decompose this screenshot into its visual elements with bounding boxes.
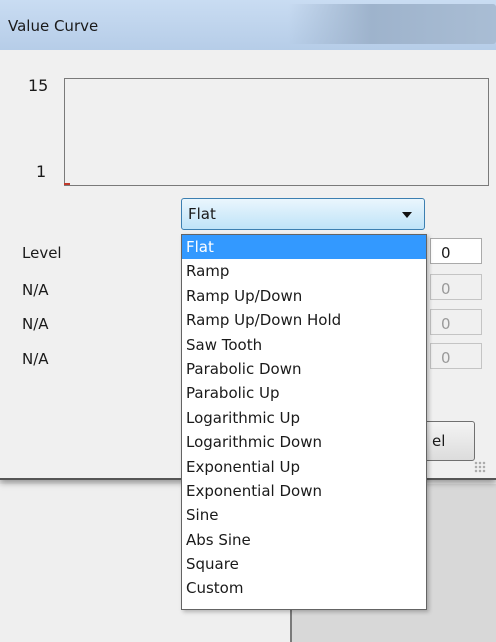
param4-label: N/A [22,350,49,368]
curve-type-dropdown-list: Flat Ramp Ramp Up/Down Ramp Up/Down Hold Saw… [181,234,427,610]
dialog-title: Value Curve [8,17,99,35]
param3-input[interactable]: 0 [430,309,482,335]
dropdown-option[interactable]: Logarithmic Down [182,430,426,454]
param3-label: N/A [22,315,49,333]
dropdown-option[interactable]: Custom [182,576,426,600]
curve-type-value: Flat [188,205,216,223]
dropdown-option[interactable]: Flat [182,235,426,260]
level-input[interactable]: 0 [430,238,482,264]
param2-input[interactable]: 0 [430,274,482,300]
dropdown-option[interactable]: Parabolic Down [182,357,426,381]
curve-preview-chart [64,78,489,186]
dropdown-option[interactable]: Logarithmic Up [182,406,426,430]
dropdown-option[interactable]: Exponential Down [182,479,426,503]
curve-type-select[interactable]: Flat [181,198,425,230]
title-bar[interactable]: Value Curve [0,0,496,50]
param2-label: N/A [22,281,49,299]
dropdown-option[interactable]: Square [182,552,426,576]
dropdown-option[interactable]: Ramp Up/Down Hold [182,308,426,332]
curve-origin-marker [64,183,70,185]
dropdown-option[interactable]: Parabolic Up [182,381,426,405]
title-bar-controls [288,4,496,44]
dropdown-option[interactable]: Abs Sine [182,528,426,552]
dropdown-option[interactable]: Sine [182,503,426,527]
dropdown-option[interactable]: Ramp [182,259,426,283]
level-label: Level [22,244,62,262]
chevron-down-icon [402,212,412,218]
y-axis-max-label: 15 [28,76,49,95]
dropdown-option[interactable]: Exponential Up [182,455,426,479]
y-axis-min-label: 1 [36,162,47,181]
resize-grip-icon[interactable] [474,461,486,473]
dropdown-option[interactable]: Saw Tooth [182,333,426,357]
dropdown-option[interactable]: Ramp Up/Down [182,284,426,308]
param4-input[interactable]: 0 [430,343,482,369]
